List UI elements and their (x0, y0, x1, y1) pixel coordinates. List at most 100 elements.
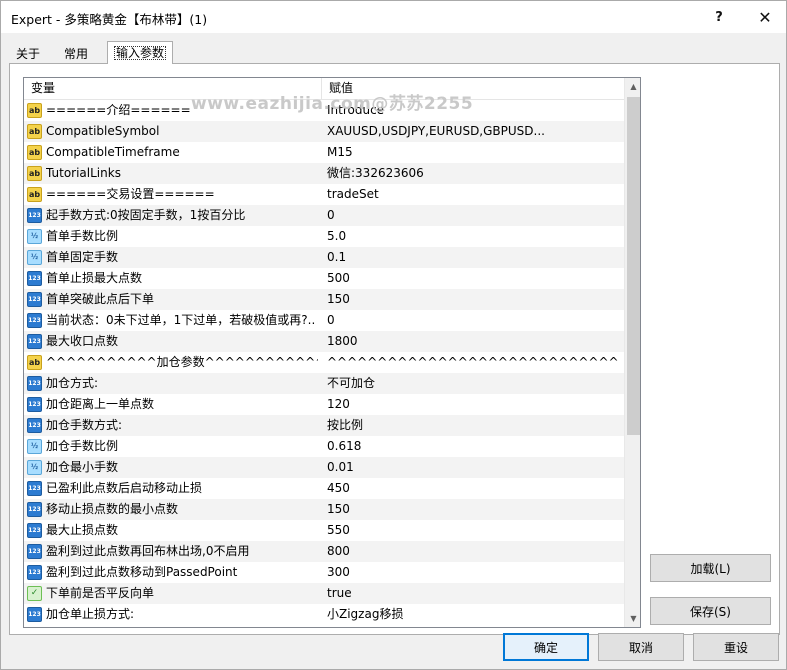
double-type-icon: ½ (27, 439, 42, 454)
parameter-value[interactable]: 小Zigzag移损 (327, 604, 619, 625)
table-row[interactable]: 123 起手数方式:0按固定手数，1按百分比 0 (24, 205, 624, 226)
table-row[interactable]: 123 移动止损点数的最小点数 150 (24, 499, 624, 520)
parameter-value[interactable]: true (327, 583, 619, 604)
integer-type-icon: 123 (27, 418, 42, 433)
table-row[interactable]: 123 最大收口点数 1800 (24, 331, 624, 352)
table-row[interactable]: ½ 加仓最小手数 0.01 (24, 457, 624, 478)
column-header-value[interactable]: 赋值 (322, 78, 624, 99)
save-button[interactable]: 保存(S) (650, 597, 771, 625)
parameter-value[interactable]: 800 (327, 541, 619, 562)
table-row[interactable]: ½ 加仓手数比例 0.618 (24, 436, 624, 457)
table-row[interactable]: 123 最大止损点数 550 (24, 520, 624, 541)
parameter-name: 最大收口点数 (46, 334, 119, 348)
table-row[interactable]: ✓ 下单前是否平反向单 true (24, 583, 624, 604)
parameter-value[interactable]: 0 (327, 310, 619, 331)
table-row[interactable]: 123 盈利到过此点数再回布林出场,0不启用 800 (24, 541, 624, 562)
tab-common[interactable]: 常用 (57, 44, 95, 63)
table-row[interactable]: ½ 首单固定手数 0.1 (24, 247, 624, 268)
parameter-name: 首单固定手数 (46, 250, 119, 264)
parameter-value[interactable]: 1800 (327, 331, 619, 352)
parameter-value[interactable]: 150 (327, 499, 619, 520)
parameter-name: ^^^^^^^^^^^加仓参数^^^^^^^^^^^^^^^... (46, 355, 318, 369)
tab-common-label: 常用 (64, 47, 89, 61)
table-row[interactable]: 123 加仓距离上一单点数 120 (24, 394, 624, 415)
boolean-type-icon: ✓ (27, 586, 42, 601)
integer-type-icon: 123 (27, 607, 42, 622)
table-row[interactable]: ab CompatibleSymbol XAUUSD,USDJPY,EURUSD,G… (24, 121, 624, 142)
integer-type-icon: 123 (27, 481, 42, 496)
parameter-name: 当前状态：0未下过单，1下过单，若破极值或再?.. (46, 313, 316, 327)
tab-about-label: 关于 (16, 47, 41, 61)
table-row[interactable]: 123 加仓方式: 不可加仓 (24, 373, 624, 394)
scroll-up-arrow-icon[interactable]: ▲ (625, 78, 640, 95)
table-row[interactable]: 123 当前状态：0未下过单，1下过单，若破极值或再?.. 0 (24, 310, 624, 331)
title-bar: Expert - 多策略黄金【布林带】(1) ? ✕ (1, 1, 786, 33)
parameter-value[interactable]: Introduce (327, 100, 619, 121)
string-type-icon: ab (27, 103, 42, 118)
parameter-name: 盈利到过此点数再回布林出场,0不启用 (46, 544, 250, 558)
parameter-value[interactable]: 500 (327, 268, 619, 289)
double-type-icon: ½ (27, 250, 42, 265)
integer-type-icon: 123 (27, 523, 42, 538)
parameter-value[interactable]: 550 (327, 520, 619, 541)
parameter-name: 首单突破此点后下单 (46, 292, 155, 306)
parameter-value[interactable]: M15 (327, 142, 619, 163)
parameter-value[interactable]: 0.618 (327, 436, 619, 457)
parameter-value[interactable]: 150 (327, 289, 619, 310)
parameter-name: 加仓最小手数 (46, 460, 119, 474)
table-row[interactable]: ab ======介绍====== Introduce (24, 100, 624, 121)
table-row[interactable]: 123 已盈利此点数后启动移动止损 450 (24, 478, 624, 499)
reset-button[interactable]: 重设 (693, 633, 779, 661)
cancel-button[interactable]: 取消 (598, 633, 684, 661)
scrollbar-thumb[interactable] (627, 97, 640, 435)
column-header-variable[interactable]: 变量 (24, 78, 322, 99)
tab-inputs[interactable]: 输入参数 (107, 41, 174, 64)
table-row[interactable]: ½ 首单手数比例 5.0 (24, 226, 624, 247)
parameters-grid: 变量 赋值 ab ======介绍====== Introduce ab Compati… (23, 77, 641, 628)
integer-type-icon: 123 (27, 271, 42, 286)
integer-type-icon: 123 (27, 502, 42, 517)
parameter-value[interactable]: 5.0 (327, 226, 619, 247)
help-button[interactable]: ? (701, 5, 737, 29)
parameter-value[interactable]: 按比例 (327, 415, 619, 436)
parameter-name: 加仓距离上一单点数 (46, 397, 155, 411)
window-title: Expert - 多策略黄金【布林带】(1) (11, 12, 208, 27)
scroll-down-arrow-icon[interactable]: ▼ (625, 610, 640, 627)
parameter-value[interactable]: tradeSet (327, 184, 619, 205)
table-row[interactable]: 123 首单突破此点后下单 150 (24, 289, 624, 310)
table-row[interactable]: ab TutorialLinks 微信:332623606 (24, 163, 624, 184)
parameter-value[interactable]: 微信:332623606 (327, 163, 619, 184)
parameter-name: 盈利到过此点数移动到PassedPoint (46, 565, 238, 579)
string-type-icon: ab (27, 166, 42, 181)
integer-type-icon: 123 (27, 544, 42, 559)
table-row[interactable]: ab ^^^^^^^^^^^加仓参数^^^^^^^^^^^^^^^... ^^^^^… (24, 352, 624, 373)
vertical-scrollbar[interactable]: ▲ ▼ (624, 78, 640, 627)
tab-about[interactable]: 关于 (9, 44, 47, 63)
parameter-value[interactable]: 不可加仓 (327, 373, 619, 394)
parameter-name: 加仓单止损方式: (46, 607, 135, 621)
parameter-value[interactable]: 300 (327, 562, 619, 583)
parameter-name: 下单前是否平反向单 (46, 586, 155, 600)
parameter-value[interactable]: 120 (327, 394, 619, 415)
parameter-name: TutorialLinks (46, 166, 121, 180)
parameter-value[interactable]: ^^^^^^^^^^^^^^^^^^^^^^^^^^^^^^^^^^^^^^^.… (327, 352, 619, 373)
parameter-value[interactable]: 0.1 (327, 247, 619, 268)
table-row[interactable]: ab CompatibleTimeframe M15 (24, 142, 624, 163)
parameter-value[interactable]: 0.01 (327, 457, 619, 478)
table-row[interactable]: ab ======交易设置====== tradeSet (24, 184, 624, 205)
table-row[interactable]: 123 首单止损最大点数 500 (24, 268, 624, 289)
load-button[interactable]: 加载(L) (650, 554, 771, 582)
table-row[interactable]: 123 盈利到过此点数移动到PassedPoint 300 (24, 562, 624, 583)
table-row[interactable]: 123 加仓单止损方式: 小Zigzag移损 (24, 604, 624, 625)
parameter-name: 已盈利此点数后启动移动止损 (46, 481, 203, 495)
ok-button[interactable]: 确定 (503, 633, 589, 661)
parameter-value[interactable]: 0 (327, 205, 619, 226)
grid-header: 变量 赋值 (24, 78, 624, 100)
close-button[interactable]: ✕ (747, 5, 783, 29)
integer-type-icon: 123 (27, 334, 42, 349)
table-row[interactable]: 123 加仓手数方式: 按比例 (24, 415, 624, 436)
parameter-name: 加仓手数比例 (46, 439, 119, 453)
parameter-value[interactable]: XAUUSD,USDJPY,EURUSD,GBPUSD... (327, 121, 619, 142)
string-type-icon: ab (27, 355, 42, 370)
parameter-value[interactable]: 450 (327, 478, 619, 499)
